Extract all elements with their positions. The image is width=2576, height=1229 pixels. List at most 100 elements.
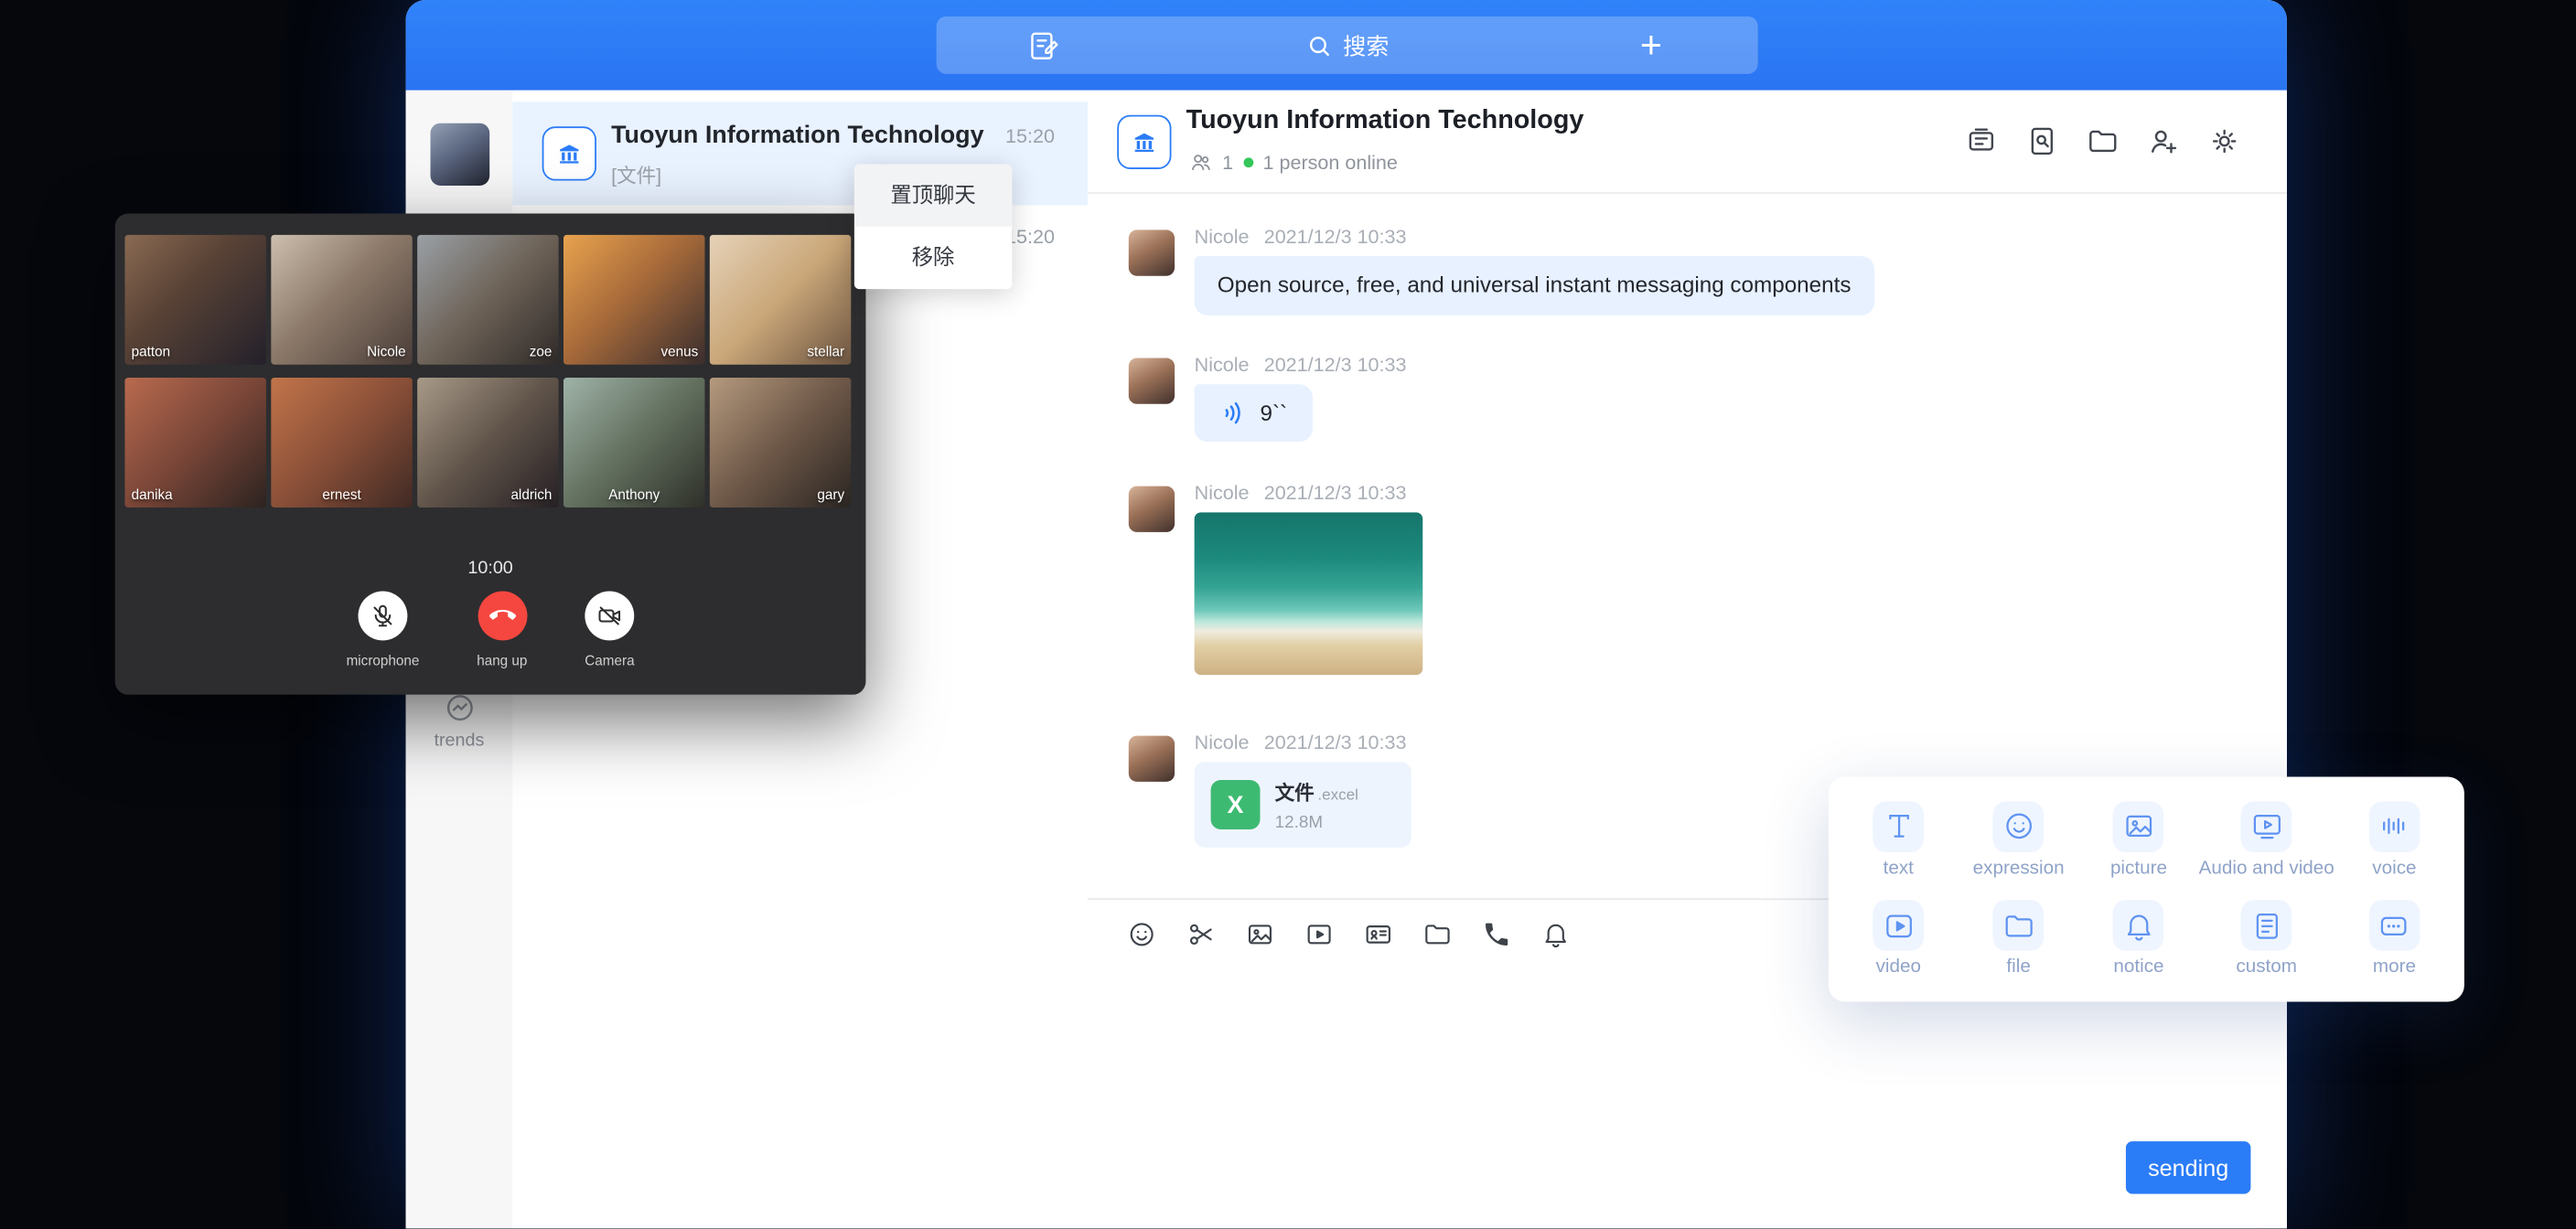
online-dot	[1243, 157, 1253, 167]
search-bar[interactable]: 搜索	[1150, 28, 1544, 61]
plus-icon: +	[1640, 27, 1662, 64]
add-button[interactable]: +	[1544, 27, 1757, 64]
send-video-button[interactable]	[1304, 920, 1334, 949]
participant-video: gary	[710, 378, 851, 508]
trends-label: trends	[434, 731, 484, 751]
emoji-icon	[1127, 920, 1156, 949]
send-button[interactable]: sending	[2126, 1141, 2250, 1193]
participant-video: Nicole	[271, 235, 412, 365]
feature-panel: text expression picture Audio and video …	[1829, 776, 2464, 1001]
feature-text[interactable]: text	[1839, 790, 1959, 890]
chat-group-avatar[interactable]	[1117, 115, 1171, 169]
video-icon	[1882, 909, 1915, 942]
participant-name: patton	[132, 343, 170, 359]
microphone-toggle[interactable]: microphone	[347, 592, 420, 668]
topbar-search-pill: 搜索 +	[937, 16, 1758, 74]
building-icon	[555, 140, 584, 168]
microphone-label: microphone	[347, 652, 420, 668]
file-message-card[interactable]: X 文件.excel 12.8M	[1195, 762, 1411, 847]
message-time: 2021/12/3 10:33	[1264, 481, 1407, 504]
emoji-button[interactable]	[1127, 920, 1156, 949]
send-card-button[interactable]	[1364, 920, 1393, 949]
self-avatar[interactable]	[431, 123, 490, 186]
send-image-button[interactable]	[1245, 920, 1274, 949]
message-time: 2021/12/3 10:33	[1264, 731, 1407, 753]
conversation-preview: [文件]	[611, 161, 661, 189]
file-icon	[2002, 909, 2035, 942]
feature-notice[interactable]: notice	[2078, 889, 2198, 989]
feature-voice[interactable]: voice	[2334, 790, 2454, 890]
excel-icon: X	[1211, 780, 1261, 829]
settings-button[interactable]	[2208, 124, 2241, 157]
announcement-button[interactable]	[1965, 124, 1998, 157]
feature-expression[interactable]: expression	[1959, 790, 2078, 890]
note-button[interactable]	[937, 28, 1150, 61]
add-member-button[interactable]	[2147, 124, 2180, 157]
participant-name: venus	[661, 343, 699, 359]
menu-item-remove[interactable]: 移除	[854, 227, 1012, 289]
screenshot-button[interactable]	[1186, 920, 1216, 949]
menu-item-pin-chat[interactable]: 置顶聊天	[854, 165, 1012, 227]
feature-label: video	[1876, 957, 1921, 978]
voice-icon	[2377, 810, 2410, 843]
participant-video: patton	[124, 235, 265, 365]
voice-duration: 9``	[1260, 401, 1287, 425]
chat-title: Tuoyun Information Technology	[1186, 107, 1584, 136]
building-icon	[1131, 128, 1159, 156]
folder-icon	[2087, 124, 2120, 157]
camera-toggle[interactable]: Camera	[585, 592, 634, 668]
feature-video[interactable]: video	[1839, 889, 1959, 989]
feature-custom[interactable]: custom	[2199, 889, 2334, 989]
conversation-time: 15:20	[1005, 225, 1055, 248]
chat-panel: Tuoyun Information Technology 1 1 person…	[1088, 91, 2287, 1229]
phone-icon	[1482, 920, 1511, 949]
participant-name: aldrich	[510, 486, 552, 503]
send-file-button[interactable]	[1422, 920, 1452, 949]
trends-icon	[443, 691, 476, 724]
image-message-thumbnail[interactable]	[1195, 512, 1423, 675]
call-button[interactable]	[1482, 920, 1511, 949]
voice-message-bubble[interactable]: 9``	[1195, 384, 1312, 442]
file-ext: .excel	[1317, 785, 1358, 804]
feature-label: expression	[1973, 859, 2065, 879]
feature-file[interactable]: file	[1959, 889, 2078, 989]
picture-icon	[2122, 810, 2155, 843]
participant-video: ernest	[271, 378, 412, 508]
file-name: 文件	[1275, 781, 1315, 804]
hang-up-icon	[488, 603, 515, 629]
participant-name: gary	[817, 486, 844, 503]
notice-button[interactable]	[1541, 920, 1571, 949]
sender-avatar[interactable]	[1129, 486, 1175, 532]
participant-name: Nicole	[367, 343, 405, 359]
text-message-bubble[interactable]: Open source, free, and universal instant…	[1195, 256, 1874, 315]
audio-video-icon	[2250, 810, 2283, 843]
folder-icon	[1422, 920, 1452, 949]
hang-up-button[interactable]: hang up	[477, 592, 527, 668]
participant-name: danika	[132, 486, 173, 503]
topbar: 搜索 +	[406, 0, 2287, 91]
gear-icon	[2208, 124, 2241, 157]
feature-picture[interactable]: picture	[2078, 790, 2198, 890]
history-search-button[interactable]	[2025, 124, 2058, 157]
sender-avatar[interactable]	[1129, 736, 1175, 782]
input-toolbar	[1127, 920, 1571, 949]
feature-audio-video[interactable]: Audio and video	[2199, 790, 2334, 890]
participant-name: stellar	[807, 343, 844, 359]
feature-more[interactable]: more	[2334, 889, 2454, 989]
call-controls: microphone hang up Camera	[115, 592, 866, 668]
search-label: 搜索	[1343, 28, 1389, 61]
expression-icon	[2002, 810, 2035, 843]
rail-item-trends[interactable]: trends	[406, 691, 513, 751]
sender-avatar[interactable]	[1129, 358, 1175, 404]
sender-name: Nicole	[1195, 225, 1250, 248]
custom-icon	[2250, 909, 2283, 942]
files-button[interactable]	[2087, 124, 2120, 157]
message-time: 2021/12/3 10:33	[1264, 353, 1407, 376]
text-icon	[1882, 810, 1915, 843]
doc-search-icon	[2025, 124, 2058, 157]
sender-avatar[interactable]	[1129, 230, 1175, 275]
film-icon	[1304, 920, 1334, 949]
camera-label: Camera	[585, 652, 634, 668]
chat-subtitle: 1 1 person online	[1189, 151, 1398, 174]
mic-off-icon	[370, 603, 396, 629]
